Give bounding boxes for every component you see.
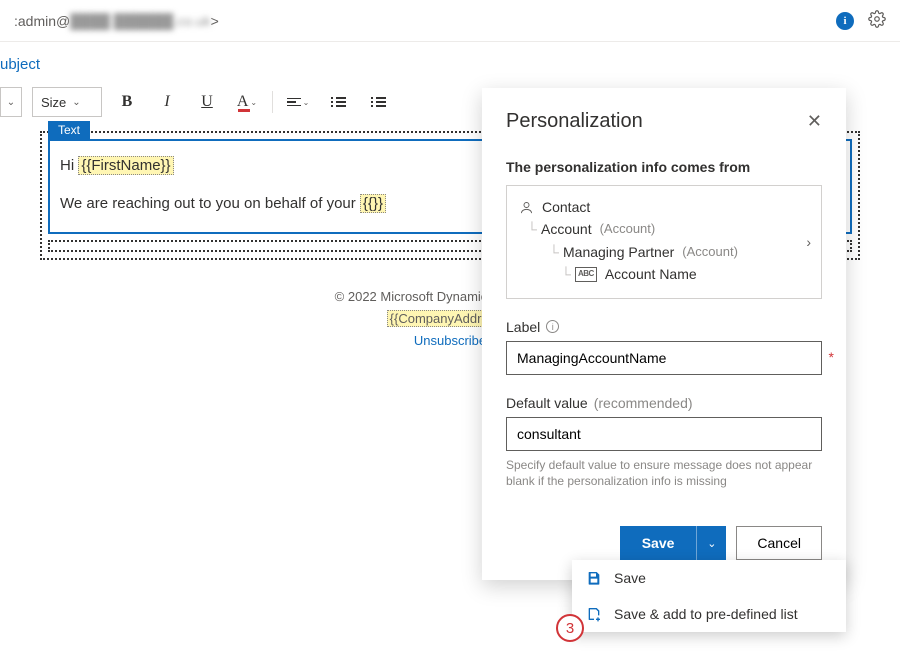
chevron-down-icon: ⌄ xyxy=(72,97,80,108)
body-text: We are reaching out to you on behalf of … xyxy=(60,195,360,212)
chevron-down-icon: ⌄ xyxy=(250,98,257,107)
info-icon[interactable]: i xyxy=(546,320,559,333)
top-bar: :admin@████ ██████.co.uk> i xyxy=(0,0,900,42)
tree-account-name: ABC Account Name xyxy=(519,263,809,285)
menu-item-save[interactable]: Save xyxy=(572,560,846,596)
firstname-token[interactable]: {{FirstName}} xyxy=(78,156,173,175)
menu-item-label: Save & add to pre-defined list xyxy=(614,606,798,622)
chevron-down-icon: ⌄ xyxy=(707,537,716,550)
source-section-label: The personalization info comes from xyxy=(506,159,822,175)
save-split-button: Save ⌄ xyxy=(620,526,727,560)
tree-suffix: (Account) xyxy=(682,242,738,263)
from-suffix: > xyxy=(211,13,219,29)
step-indicator: 3 xyxy=(556,614,584,642)
tree-account: Account (Account) xyxy=(519,218,809,240)
save-dropdown-button[interactable]: ⌄ xyxy=(696,526,726,560)
person-icon xyxy=(519,200,534,215)
unsubscribe-link[interactable]: Unsubscribe xyxy=(414,333,486,348)
menu-item-label: Save xyxy=(614,570,646,586)
bold-button[interactable]: B xyxy=(112,87,142,117)
chevron-right-icon[interactable]: › xyxy=(806,234,811,250)
tree-label: Contact xyxy=(542,196,590,218)
from-blurred: ████ ██████.co.uk xyxy=(70,13,210,29)
gear-icon[interactable] xyxy=(868,10,886,31)
cancel-button[interactable]: Cancel xyxy=(736,526,822,560)
empty-token[interactable]: {{}} xyxy=(360,194,386,213)
chevron-down-icon: ⌄ xyxy=(303,98,310,107)
source-tree-card[interactable]: Contact Account (Account) Managing Partn… xyxy=(506,185,822,299)
subject-label[interactable]: ubject xyxy=(0,42,900,85)
greeting-text: Hi xyxy=(60,157,78,174)
info-icon[interactable]: i xyxy=(836,12,854,30)
separator xyxy=(272,91,273,113)
default-value-help: Specify default value to ensure message … xyxy=(506,457,822,491)
numbered-list-button[interactable] xyxy=(323,87,353,117)
label-field-label: Label i xyxy=(506,319,822,335)
align-left-icon xyxy=(287,98,301,107)
bullet-list-button[interactable] xyxy=(363,87,393,117)
from-prefix: :admin@ xyxy=(14,13,70,29)
save-icon xyxy=(586,570,602,586)
from-address: :admin@████ ██████.co.uk> xyxy=(14,13,219,29)
top-icons: i xyxy=(836,10,886,31)
tree-root-contact: Contact xyxy=(519,196,809,218)
tree-suffix: (Account) xyxy=(600,219,656,240)
size-label: Size xyxy=(41,95,66,110)
tree-label: Account xyxy=(541,218,592,240)
default-value-label: Default value (recommended) xyxy=(506,395,822,411)
save-dropdown-menu: Save Save & add to pre-defined list xyxy=(572,560,846,632)
save-button[interactable]: Save xyxy=(620,526,697,560)
font-color-button[interactable]: A⌄ xyxy=(232,87,262,117)
underline-button[interactable]: U xyxy=(192,87,222,117)
panel-title: Personalization xyxy=(506,110,643,133)
required-indicator: * xyxy=(829,349,834,365)
chevron-down-icon: ⌄ xyxy=(7,97,15,108)
label-input[interactable] xyxy=(506,341,822,375)
menu-item-save-predefined[interactable]: Save & add to pre-defined list xyxy=(572,596,846,632)
close-icon[interactable]: ✕ xyxy=(807,111,822,132)
default-value-input[interactable] xyxy=(506,417,822,451)
italic-button[interactable]: I xyxy=(152,87,182,117)
font-size-dropdown[interactable]: Size ⌄ xyxy=(32,87,102,117)
block-type-tag: Text xyxy=(48,121,90,139)
save-add-icon xyxy=(586,606,602,622)
tree-label: Account Name xyxy=(605,263,697,285)
align-button[interactable]: ⌄ xyxy=(283,87,313,117)
tree-label: Managing Partner xyxy=(563,241,674,263)
personalization-panel: Personalization ✕ The personalization in… xyxy=(482,88,846,580)
font-family-dropdown[interactable]: ⌄ xyxy=(0,87,22,117)
unordered-list-icon xyxy=(371,97,386,107)
text-field-icon: ABC xyxy=(575,267,597,282)
tree-managing-partner: Managing Partner (Account) xyxy=(519,241,809,263)
ordered-list-icon xyxy=(331,97,346,107)
